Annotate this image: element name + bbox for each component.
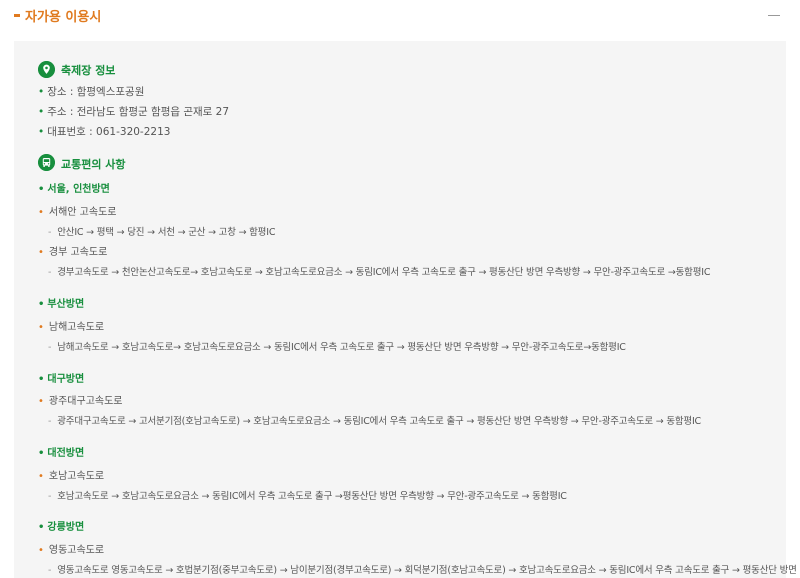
- road-gyeongbu: • 경부 고속도로: [38, 247, 108, 258]
- section-header: 자가용 이용시: [0, 0, 800, 32]
- region-daejeon: • 대전방면: [38, 448, 85, 459]
- info-phone: • 대표번호 : 061-320-2213: [38, 126, 171, 138]
- route-namhae: - 남해고속도로 → 호남고속도로→ 호남고속도로요금소 → 동림IC에서 우측 …: [48, 342, 626, 353]
- route-seohaean: - 안산IC → 평택 → 당진 → 서천 → 군산 → 고창 → 함평IC: [48, 227, 276, 238]
- header-marker: [14, 14, 20, 17]
- info-address: • 주소 : 전라남도 함평군 함평읍 곤재로 27: [38, 106, 230, 118]
- road-namhae: • 남해고속도로: [38, 322, 105, 333]
- road-gwangju-daegu: • 광주대구고속도로: [38, 396, 123, 407]
- route-gwangju-daegu: - 광주대구고속도로 → 고서분기점(호남고속도로) → 호남고속도로요금소 → …: [48, 416, 701, 427]
- road-yeongdong: • 영동고속도로: [38, 545, 105, 556]
- info-location: • 장소 : 함평엑스포공원: [38, 86, 145, 98]
- route-honam: - 호남고속도로 → 호남고속도로요금소 → 동림IC에서 우측 고속도로 출구 …: [48, 491, 567, 502]
- bus-icon: [38, 154, 55, 171]
- collapse-button[interactable]: [768, 15, 780, 16]
- transport-title: 교통편의 사항: [61, 158, 126, 171]
- road-seohaean: • 서해안 고속도로: [38, 207, 117, 218]
- route-gyeongbu: - 경부고속도로 → 천안논산고속도로→ 호남고속도로 → 호남고속도로요금소 →…: [48, 267, 711, 278]
- road-honam: • 호남고속도로: [38, 471, 105, 482]
- region-busan: • 부산방면: [38, 299, 85, 310]
- festival-info-title: 축제장 정보: [61, 64, 116, 77]
- region-seoul-incheon: • 서울, 인천방면: [38, 184, 110, 195]
- location-pin-icon: [38, 61, 55, 78]
- region-gangneung: • 강릉방면: [38, 522, 85, 533]
- section-title: 자가용 이용시: [25, 10, 102, 25]
- route-yeongdong: - 영동고속도로 영동고속도로 → 호법분기점(중부고속도로) → 남이분기점(경…: [48, 565, 797, 576]
- region-daegu: • 대구방면: [38, 374, 85, 385]
